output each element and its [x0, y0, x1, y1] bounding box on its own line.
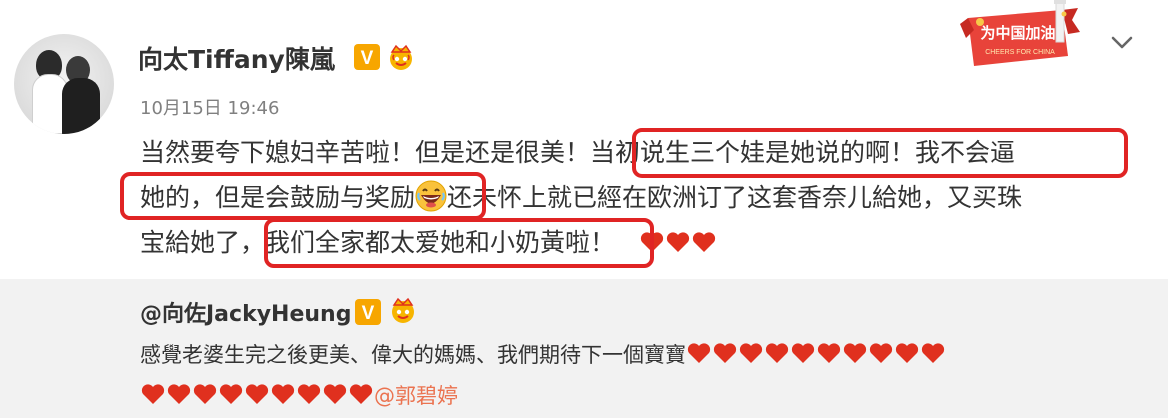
crown-icon[interactable]	[386, 42, 416, 72]
heart-icon	[713, 343, 737, 363]
chevron-down-icon[interactable]	[1108, 30, 1136, 54]
verified-v-icon[interactable]: V	[354, 44, 380, 70]
repost-text-line-2: @郭碧婷	[140, 376, 458, 417]
repost-text-segment: 感覺老婆生完之後更美、偉大的媽媽、我們期待下一個寶寶	[140, 343, 686, 367]
post-text-segment: 当然要夸下媳妇辛苦啦！但是还是很美！	[140, 138, 591, 167]
heart-icon	[791, 343, 815, 363]
heart-icon	[843, 343, 867, 363]
heart-icon	[765, 343, 789, 363]
heart-icon	[921, 343, 945, 363]
heart-icon	[739, 343, 763, 363]
hearts-row	[686, 343, 946, 367]
crown-icon[interactable]	[388, 295, 418, 325]
heart-icon	[245, 384, 269, 404]
highlight-box	[632, 128, 1128, 178]
post-text-segment: 宝給她了，	[140, 228, 266, 257]
heart-icon	[271, 384, 295, 404]
post-text-segment: 还未怀上就已經在欧洲订了这套香奈儿給她，又买珠	[447, 183, 1023, 212]
hearts-row	[140, 384, 374, 408]
heart-icon	[687, 343, 711, 363]
user-avatar[interactable]	[14, 34, 114, 134]
mention-link[interactable]: @郭碧婷	[374, 384, 458, 408]
repost-username[interactable]: @向佐JackyHeung	[140, 296, 351, 328]
heart-icon	[349, 384, 373, 404]
highlight-box	[120, 172, 486, 220]
verified-v-icon[interactable]: V	[355, 299, 381, 325]
heart-icon	[692, 232, 716, 252]
heart-icon	[817, 343, 841, 363]
heart-icon	[219, 384, 243, 404]
heart-icon	[141, 384, 165, 404]
svg-text:CHEERS FOR CHINA: CHEERS FOR CHINA	[985, 49, 1055, 56]
heart-icon	[895, 343, 919, 363]
repost-text-line-1: 感覺老婆生完之後更美、偉大的媽媽、我們期待下一個寶寶	[140, 335, 946, 376]
svg-text:V: V	[361, 48, 374, 69]
heart-icon	[167, 384, 191, 404]
highlight-box	[264, 218, 654, 268]
post-username[interactable]: 向太Tiffany陳嵐	[138, 40, 335, 76]
heart-icon	[323, 384, 347, 404]
cheers-for-china-banner[interactable]: 为中国加油 CHEERS FOR CHINA	[960, 0, 1084, 80]
heart-icon	[297, 384, 321, 404]
avatar-person-woman-body	[62, 78, 100, 134]
heart-icon	[193, 384, 217, 404]
post-meta: 10月15日 19:46	[140, 94, 279, 120]
repost-container: @向佐JackyHeung V 感覺老婆生完之後更美、偉大的媽媽、我們期待下一個…	[0, 279, 1168, 418]
post-date[interactable]: 10月15日	[140, 98, 222, 119]
svg-text:为中国加油: 为中国加油	[980, 24, 1055, 42]
heart-icon	[869, 343, 893, 363]
weibo-post: 向太Tiffany陳嵐 V 10月15日 19:46 当然要夸下媳妇辛苦啦！但是…	[0, 0, 1168, 278]
post-time[interactable]: 19:46	[228, 98, 280, 119]
heart-icon	[666, 232, 690, 252]
svg-text:V: V	[362, 303, 375, 324]
